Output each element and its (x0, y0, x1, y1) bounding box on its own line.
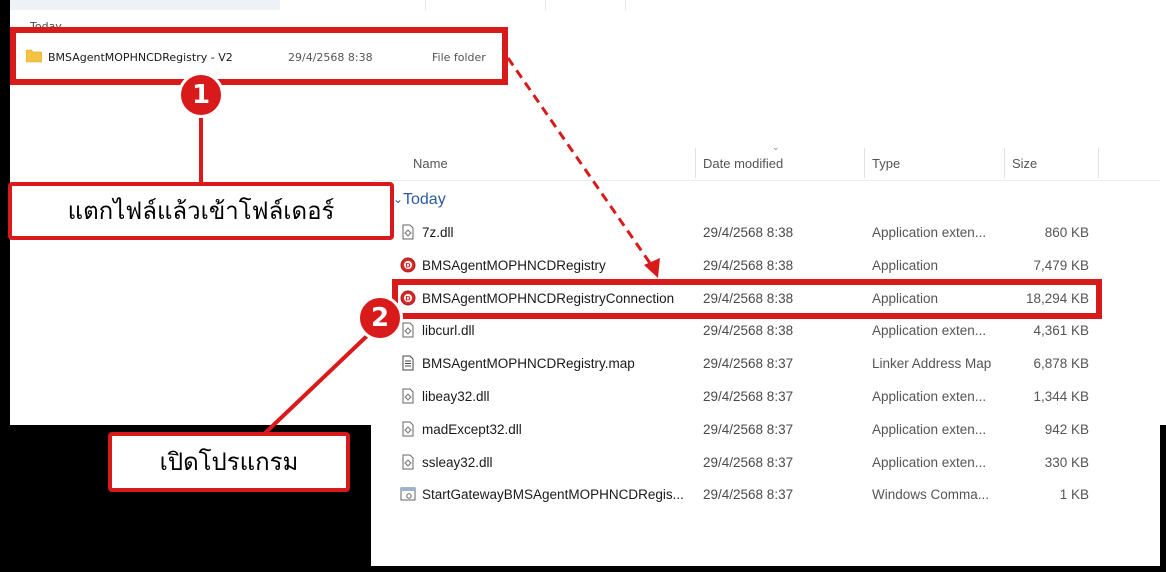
step2-badge: 2 (357, 295, 403, 341)
step1-badge: 1 (178, 72, 224, 118)
dashed-arrow-line (506, 57, 654, 267)
highlight-box-folder (10, 27, 508, 85)
highlight-box-app (392, 279, 1102, 319)
callout-step1: แตกไฟล์แล้วเข้าโฟล์เดอร์ (8, 182, 394, 240)
callout-step2: เปิดโปรแกรม (108, 432, 350, 492)
connector-line-step2 (260, 332, 371, 438)
arrow-head-icon (644, 258, 660, 278)
